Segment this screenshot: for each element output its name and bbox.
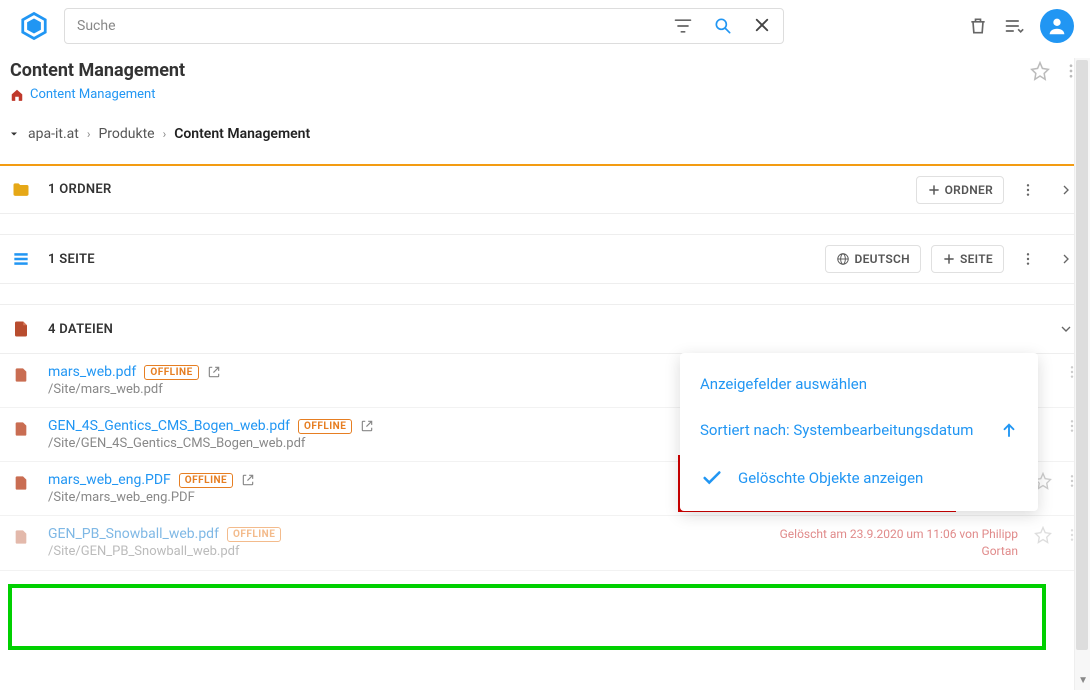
breadcrumb-link-row: Content Management bbox=[0, 85, 1090, 116]
file-name[interactable]: mars_web_eng.PDF bbox=[48, 472, 171, 488]
filter-icon[interactable] bbox=[673, 16, 693, 36]
title-row: Content Management bbox=[0, 52, 1090, 85]
offline-badge: OFFLINE bbox=[298, 419, 352, 434]
dropdown-sort-by[interactable]: Sortiert nach: Systembearbeitungsdatum bbox=[680, 407, 1038, 453]
breadcrumb-link[interactable]: Content Management bbox=[30, 87, 155, 102]
check-icon bbox=[700, 467, 724, 489]
deleted-info: Gelöscht am 23.9.2020 um 11:06 von Phili… bbox=[778, 526, 1018, 560]
file-name[interactable]: GEN_PB_Snowball_web.pdf bbox=[48, 526, 219, 542]
breadcrumb-current: Content Management bbox=[174, 126, 310, 142]
offline-badge: OFFLINE bbox=[144, 365, 198, 380]
more-vert-icon[interactable] bbox=[1014, 182, 1042, 198]
open-external-icon[interactable] bbox=[360, 419, 374, 433]
annotation-green-box bbox=[8, 584, 1046, 650]
file-name[interactable]: mars_web.pdf bbox=[48, 364, 136, 380]
chevron-right-icon: › bbox=[87, 127, 91, 141]
search-input[interactable] bbox=[77, 18, 665, 34]
favorite-star-icon[interactable] bbox=[1030, 61, 1050, 81]
section-label: 1 ORDNER bbox=[48, 182, 900, 197]
more-vert-icon[interactable] bbox=[1014, 251, 1042, 267]
add-page-label: SEITE bbox=[960, 252, 993, 266]
file-row-deleted[interactable]: GEN_PB_Snowball_web.pdf OFFLINE /Site/GE… bbox=[0, 516, 1090, 571]
app-header bbox=[0, 0, 1090, 52]
add-folder-label: ORDNER bbox=[945, 183, 993, 197]
section-label: 4 DATEIEN bbox=[48, 322, 1036, 337]
trash-icon[interactable] bbox=[968, 16, 988, 36]
scrollbar-thumb[interactable] bbox=[1076, 60, 1088, 650]
offline-badge: OFFLINE bbox=[179, 473, 233, 488]
section-label: 1 SEITE bbox=[48, 252, 809, 267]
breadcrumb-item[interactable]: apa-it.at bbox=[28, 126, 79, 142]
page-title: Content Management bbox=[10, 60, 1030, 81]
file-icon bbox=[10, 366, 32, 384]
section-folders: 1 ORDNER ORDNER bbox=[0, 164, 1090, 214]
language-label: DEUTSCH bbox=[854, 252, 910, 266]
breadcrumb-item[interactable]: Produkte bbox=[98, 126, 154, 142]
open-external-icon[interactable] bbox=[241, 473, 255, 487]
language-button[interactable]: DEUTSCH bbox=[825, 245, 921, 273]
file-icon bbox=[10, 474, 32, 492]
open-external-icon[interactable] bbox=[207, 365, 221, 379]
add-folder-button[interactable]: ORDNER bbox=[916, 176, 1004, 204]
avatar[interactable] bbox=[1040, 9, 1074, 43]
dropdown-item-label: Anzeigefelder auswählen bbox=[700, 375, 867, 393]
search-box bbox=[64, 8, 784, 44]
chevron-right-icon: › bbox=[163, 127, 167, 141]
dropdown-show-deleted[interactable]: Gelöschte Objekte anzeigen bbox=[680, 453, 1038, 503]
breadcrumb-nav: apa-it.at › Produkte › Content Managemen… bbox=[0, 116, 1090, 164]
file-name[interactable]: GEN_4S_Gentics_CMS_Bogen_web.pdf bbox=[48, 418, 290, 434]
add-page-button[interactable]: SEITE bbox=[931, 245, 1004, 273]
dropdown-item-label: Gelöschte Objekte anzeigen bbox=[738, 469, 923, 487]
close-icon[interactable] bbox=[753, 16, 771, 36]
file-icon bbox=[10, 528, 32, 546]
file-icon bbox=[10, 319, 32, 339]
file-icon bbox=[10, 420, 32, 438]
breadcrumb-toggle-icon[interactable] bbox=[8, 128, 20, 140]
queue-icon[interactable] bbox=[1004, 16, 1024, 36]
files-options-dropdown: Anzeigefelder auswählen Sortiert nach: S… bbox=[680, 353, 1038, 511]
arrow-up-icon bbox=[1000, 421, 1018, 439]
section-pages: 1 SEITE DEUTSCH SEITE bbox=[0, 234, 1090, 284]
app-logo[interactable] bbox=[16, 8, 52, 44]
scrollbar[interactable]: ▼ bbox=[1074, 58, 1090, 690]
dropdown-item-label: Sortiert nach: Systembearbeitungsdatum bbox=[700, 421, 973, 439]
folder-icon bbox=[10, 180, 32, 200]
search-icon[interactable] bbox=[713, 16, 733, 36]
scrollbar-down-arrow[interactable]: ▼ bbox=[1078, 675, 1088, 686]
favorite-star-icon[interactable] bbox=[1034, 526, 1052, 544]
home-icon bbox=[10, 88, 24, 102]
file-path: /Site/GEN_PB_Snowball_web.pdf bbox=[48, 544, 762, 559]
offline-badge: OFFLINE bbox=[227, 527, 281, 542]
dropdown-select-fields[interactable]: Anzeigefelder auswählen bbox=[680, 361, 1038, 407]
page-stack-icon bbox=[10, 249, 32, 269]
section-files: 4 DATEIEN bbox=[0, 304, 1090, 354]
